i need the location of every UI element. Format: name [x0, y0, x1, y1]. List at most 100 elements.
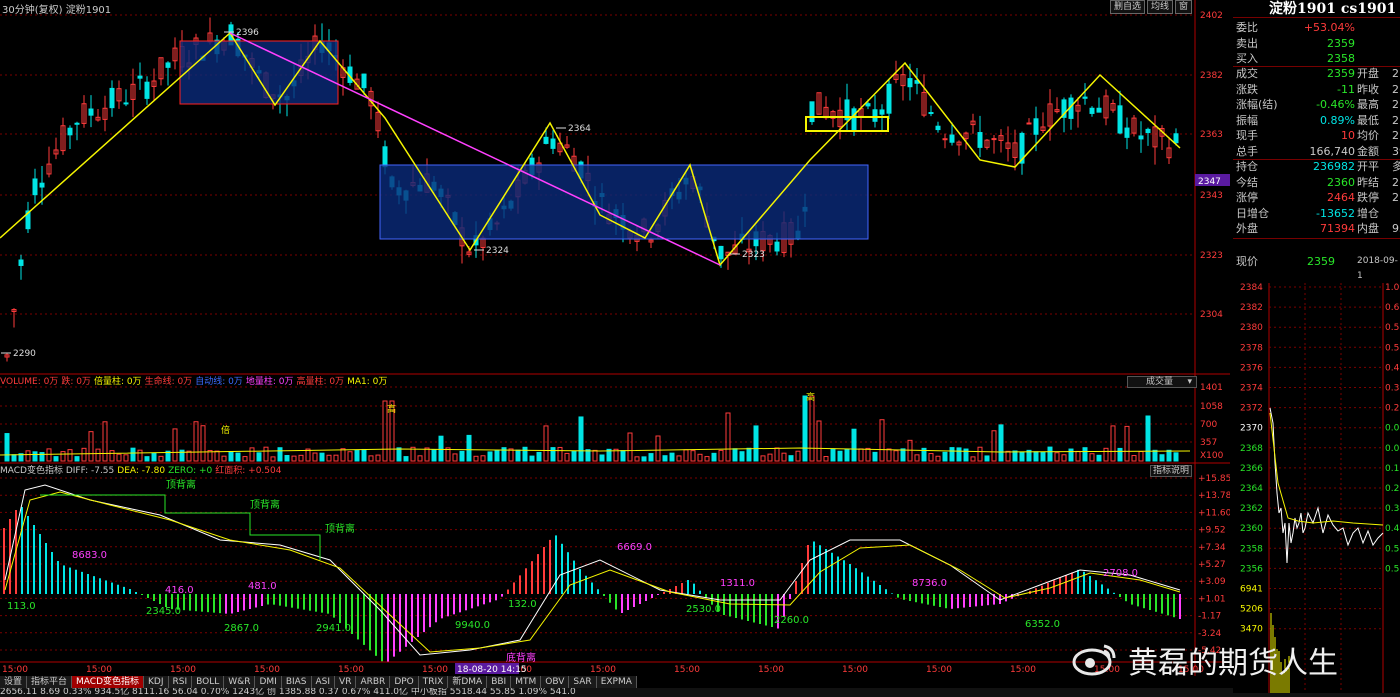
volume-bar	[746, 447, 752, 462]
indicator-tab[interactable]: OBV	[541, 676, 570, 688]
quote-label: 涨停	[1236, 191, 1258, 204]
volume-bar	[228, 451, 234, 462]
moving-average-button[interactable]: 均线	[1146, 0, 1173, 14]
mini-axis-label: 0.4	[1385, 363, 1400, 373]
candle-body	[32, 178, 38, 196]
volume-bar	[326, 454, 332, 462]
indicator-tab[interactable]: W&R	[224, 676, 256, 688]
mini-axis-label: 2374	[1240, 384, 1263, 394]
quote-value: 2	[1392, 82, 1399, 96]
volume-bar	[431, 449, 437, 462]
mini-axis-label: 0.3	[1385, 504, 1399, 514]
macd-label: 9940.0	[455, 620, 490, 631]
price-axis-label: 2382	[1200, 71, 1223, 81]
macd-axis-label: -1.17	[1198, 612, 1221, 622]
indicator-tab[interactable]: BOLL	[192, 676, 225, 688]
indicator-tab[interactable]: 新DMA	[448, 676, 488, 688]
intraday-mini-chart[interactable]: 2384 2382 2380 2378 2376 2374 2372 2370 2368 2366…	[1233, 283, 1400, 693]
volume-bar	[669, 452, 675, 462]
volume-header-item: 自动线: 0万	[195, 377, 243, 387]
kline-chart-area[interactable]: 2402 2382 2363 2343 2323 2304 2347 2396 2290 2364…	[0, 0, 1230, 697]
time-axis-label: 15:00	[674, 665, 700, 675]
quote-label: 最高	[1357, 98, 1379, 111]
volume-bar	[886, 448, 892, 462]
volume-bar	[130, 447, 136, 462]
candle-body	[851, 108, 857, 131]
indicator-tab[interactable]: ARBR	[356, 676, 391, 688]
quote-row: 涨幅(结) -0.46% 最高 2	[1233, 97, 1400, 112]
volume-bar	[998, 424, 1004, 462]
indicator-tab[interactable]: 指标平台	[27, 676, 73, 688]
candle-body	[879, 109, 885, 115]
volume-bar	[53, 456, 59, 462]
indicator-tab[interactable]: DMI	[255, 676, 282, 688]
volume-bar	[774, 447, 780, 462]
volume-ma-line	[0, 447, 1191, 456]
chart-canvas[interactable]: 2402238223632343232323042347239622902364…	[0, 0, 1230, 676]
quote-value: 2	[1392, 129, 1399, 142]
macd-header-item: MACD变色指标 DIFF: -7.55	[0, 466, 115, 476]
volume-bar	[823, 456, 829, 462]
volume-bar	[739, 451, 745, 462]
volume-bar	[354, 449, 360, 462]
indicator-tab[interactable]: SAR	[569, 676, 597, 688]
indicator-tab[interactable]: BIAS	[281, 676, 312, 688]
mini-axis-label: 2376	[1240, 363, 1263, 373]
macd-axis-label: +9.52	[1198, 526, 1226, 536]
indicator-tab[interactable]: 设置	[0, 676, 28, 688]
volume-bar	[1138, 451, 1144, 462]
volume-bar	[711, 452, 717, 462]
candle-body	[137, 75, 143, 79]
indicator-tab[interactable]: EXPMA	[596, 676, 637, 688]
indicator-tab-bar: 设置 指标平台 MACD变色指标 KDJ RSI BOLL W&R DMI BIAS ASI VR A…	[0, 676, 1230, 688]
mini-axis-label: 2378	[1240, 343, 1263, 353]
quote-label: 开盘	[1357, 67, 1379, 80]
volume-bar	[81, 447, 87, 462]
volume-bar	[102, 421, 108, 462]
time-axis-label: 15:00	[926, 665, 952, 675]
volume-axis-label: 1401	[1200, 383, 1223, 393]
volume-header-item: 地量柱: 0万	[245, 377, 294, 387]
candle-body	[872, 109, 878, 122]
macd-label: 113.0	[7, 601, 36, 612]
volume-bar	[494, 450, 500, 462]
remove-watchlist-button[interactable]: 删自选	[1109, 0, 1145, 14]
candle-body	[1117, 105, 1123, 134]
volume-bar	[95, 448, 101, 462]
mini-axis-label: 0.5	[1385, 323, 1399, 333]
candle-body	[165, 62, 171, 68]
indicator-tab[interactable]: BBI	[487, 676, 512, 688]
quote-row: 成交 2359 开盘 2	[1233, 66, 1400, 81]
quote-row: 持仓 236982 开平多	[1233, 159, 1400, 174]
chart-title: 30分钟(复权) 淀粉1901	[2, 5, 112, 16]
price-annotation: 2290	[13, 349, 36, 359]
indicator-help-button[interactable]: 指标说明	[1150, 465, 1192, 477]
quote-panel: 淀粉1901 cs1901 委比 +53.04% 卖出 2359 买入 2358 成交 235…	[1233, 0, 1400, 697]
price-annotation: 2324	[486, 246, 509, 256]
window-button[interactable]: 窗	[1174, 0, 1192, 14]
indicator-tab[interactable]: RSI	[168, 676, 193, 688]
weibo-logo-icon	[1072, 644, 1116, 676]
volume-bar	[144, 456, 150, 462]
macd-label: 6352.0	[1025, 619, 1060, 630]
indicator-tab[interactable]: TRIX	[418, 676, 449, 688]
indicator-tab[interactable]: KDJ	[144, 676, 169, 688]
time-axis-label: 15:00	[1010, 665, 1036, 675]
volume-axis-label: 1058	[1200, 402, 1223, 412]
quote-row: 卖出 2359	[1233, 36, 1400, 51]
volume-bar	[676, 455, 682, 462]
indicator-tab[interactable]: MACD变色指标	[72, 676, 145, 688]
indicator-dropdown[interactable]: 成交量 ▾	[1127, 376, 1197, 388]
macd-diff-line	[4, 484, 1181, 656]
time-axis-label: 15:00	[590, 665, 616, 675]
mini-axis-label: 2382	[1240, 303, 1263, 313]
time-axis-label: 15:00	[2, 665, 28, 675]
macd-axis-label: +15.85	[1198, 474, 1230, 484]
indicator-tab[interactable]: DPO	[390, 676, 419, 688]
indicator-tab[interactable]: VR	[335, 676, 357, 688]
macd-label: 2530.0	[686, 604, 721, 615]
macd-label: 顶背离	[166, 478, 196, 491]
volume-bar	[718, 449, 724, 462]
indicator-tab[interactable]: MTM	[511, 676, 542, 688]
indicator-tab[interactable]: ASI	[311, 676, 336, 688]
